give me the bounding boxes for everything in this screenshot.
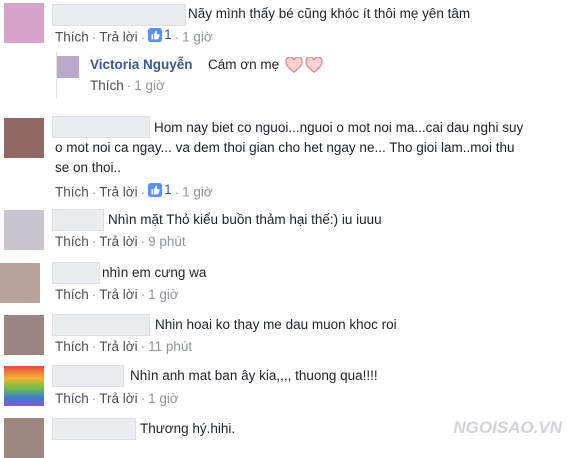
commenter-name-redacted[interactable] [52,365,124,387]
like-button[interactable]: Thích [55,287,89,302]
reply-button[interactable]: Trả lời [99,391,137,406]
watermark-logo: NGOISAO.VN [453,418,562,437]
avatar[interactable] [4,210,44,250]
comment-text: Hom nay biet co nguoi...nguoi o mot noi … [55,120,524,175]
reply-button[interactable]: Trả lời [99,339,137,354]
timestamp[interactable]: 1 giờ [134,78,165,93]
avatar[interactable] [57,56,79,78]
commenter-name-redacted[interactable] [52,4,186,26]
like-button[interactable]: Thích [55,391,89,406]
comment-text: Nhìn mặt Thỏ kiểu buồn thảm hại thế:) iu… [108,212,382,227]
timestamp[interactable]: 9 phút [148,234,186,249]
like-count[interactable]: 1 [148,182,172,197]
timestamp[interactable]: 1 giờ [148,391,179,406]
comment-actions: Thích · Trả lời · 1 giờ [55,287,179,302]
avatar[interactable] [0,263,40,303]
like-button[interactable]: Thích [55,185,89,200]
heart-icon [305,57,323,74]
avatar[interactable] [4,418,44,458]
commenter-name-redacted[interactable] [52,262,100,284]
comment-text: Cám ơn mẹ [208,57,323,74]
reply-button[interactable]: Trả lời [99,30,137,45]
comment-actions: Thích · Trả lời · 1 · 1 giờ [55,182,213,200]
like-button[interactable]: Thích [55,234,89,249]
avatar[interactable] [4,118,44,158]
thumbs-up-icon [148,182,163,197]
avatar[interactable] [4,315,44,355]
comment-text: nhìn em cưng wa [102,265,207,280]
commenter-name[interactable]: Victoria Nguyễn [90,57,193,72]
commenter-name-redacted[interactable] [52,314,150,336]
reply-button[interactable]: Trả lời [99,234,137,249]
commenter-name-redacted[interactable] [52,418,136,440]
timestamp[interactable]: 11 phút [148,339,192,354]
comment-text: Nhin hoai ko thay me dau muon khoc roi [155,317,397,332]
avatar[interactable] [4,3,44,43]
comment-actions: Thích · Trả lời · 1 · 1 giờ [55,27,213,45]
comment-text: Thương hý.hihi. [140,421,236,436]
comment-actions: Thích · 1 giờ [90,78,165,93]
like-count[interactable]: 1 [148,27,172,42]
reply-button[interactable]: Trả lời [99,185,137,200]
reply-button[interactable]: Trả lời [99,287,137,302]
comment-actions: Thích · Trả lời · 1 giờ [55,391,179,406]
comment-actions: Thích · Trả lời · 9 phút [55,234,186,249]
like-button[interactable]: Thích [55,339,89,354]
like-button[interactable]: Thích [55,30,89,45]
avatar[interactable] [4,366,44,406]
timestamp[interactable]: 1 giờ [182,185,213,200]
timestamp[interactable]: 1 giờ [148,287,179,302]
like-button[interactable]: Thích [90,78,124,93]
timestamp[interactable]: 1 giờ [182,30,213,45]
comment-actions: Thích · Trả lời · 11 phút [55,339,193,354]
heart-icon [285,57,303,74]
comment-text: Nhìn anh mat ban ây kia,,,, thuong qua!!… [130,368,378,383]
commenter-name-redacted[interactable] [52,209,104,231]
thumbs-up-icon [148,27,163,42]
comment-text: Nãy mình thấy bé cũng khóc ít thôi mẹ yê… [188,6,471,21]
